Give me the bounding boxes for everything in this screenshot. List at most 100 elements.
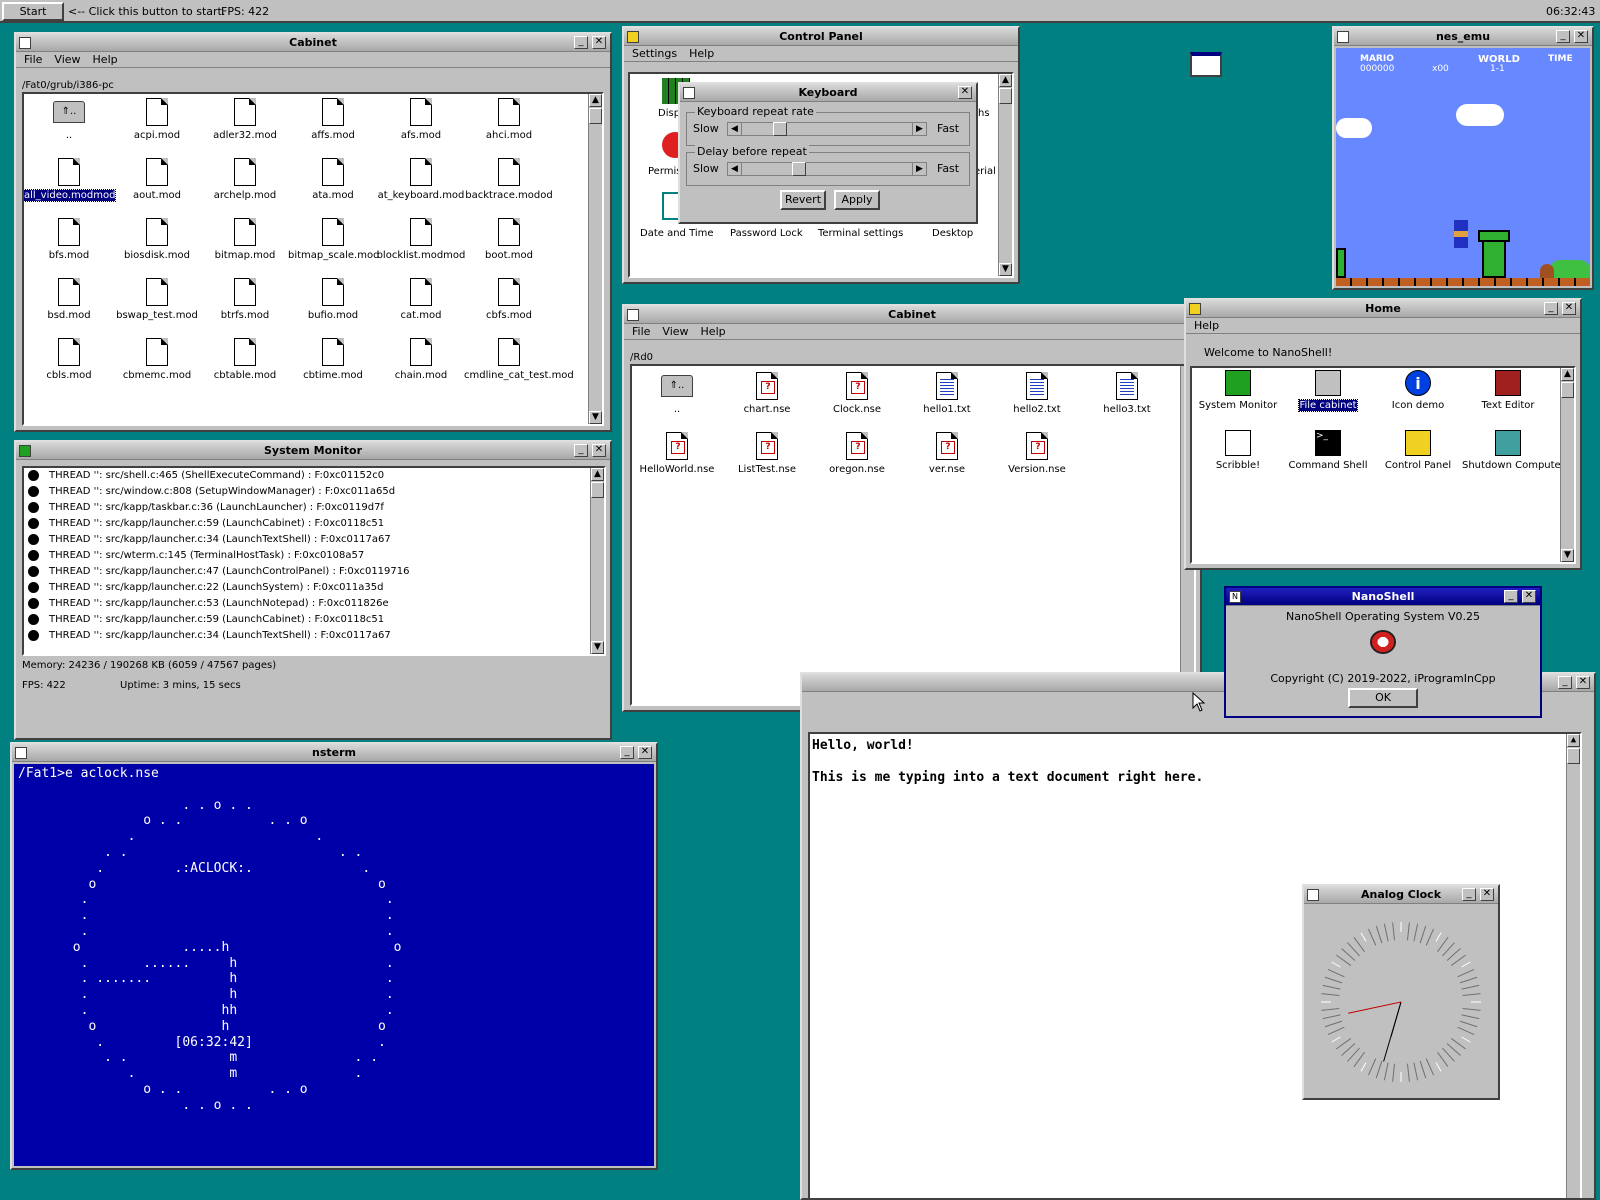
scrollbar[interactable]: ▲ ▼ [1560,368,1574,562]
file-item[interactable]: cbfs.mod [464,278,554,321]
file-item[interactable]: bfs.mod [24,218,114,261]
close-button[interactable]: ✕ [1576,676,1590,689]
thread-row[interactable]: THREAD '': src/kapp/launcher.c:59 (Launc… [28,612,384,628]
launcher-item[interactable]: i Icon demo [1372,370,1464,411]
file-item[interactable]: boot.mod [464,218,554,261]
minimize-button[interactable]: _ [1504,590,1518,603]
minimize-button[interactable]: _ [1556,30,1570,43]
ok-button[interactable]: OK [1348,688,1418,708]
file-item[interactable]: backtrace.modod [464,158,554,201]
thread-row[interactable]: THREAD '': src/kapp/taskbar.c:36 (Launch… [28,500,384,516]
file-item[interactable]: HelloWorld.nse [632,432,722,475]
file-item[interactable]: cat.mod [376,278,466,321]
menu-help[interactable]: Help [689,47,714,60]
file-item[interactable]: aout.mod [112,158,202,201]
close-button[interactable]: ✕ [1480,888,1494,901]
close-button[interactable]: ✕ [1562,302,1576,315]
file-item[interactable]: Clock.nse [812,372,902,415]
thread-row[interactable]: THREAD '': src/kapp/launcher.c:47 (Launc… [28,564,410,580]
file-item[interactable]: hello2.txt [992,372,1082,415]
menu-file[interactable]: File [24,53,42,66]
menu-view[interactable]: View [54,53,80,66]
minimize-button[interactable]: _ [1462,888,1476,901]
thread-row[interactable]: THREAD '': src/kapp/launcher.c:34 (Launc… [28,532,391,548]
file-item[interactable]: at_keyboard.mod [376,158,466,201]
launcher-item[interactable]: Control Panel [1372,430,1464,471]
file-item[interactable]: afs.mod [376,98,466,141]
cp-item-terminal-settings[interactable]: Terminal settings [818,228,903,239]
file-item[interactable]: ⇑.... [24,98,114,141]
file-item[interactable]: bswap_test.mod [112,278,202,321]
menu-help[interactable]: Help [93,53,118,66]
file-item[interactable]: ListTest.nse [722,432,812,475]
launcher-item[interactable]: System Monitor [1192,370,1284,411]
file-item[interactable]: oregon.nse [812,432,902,475]
file-item[interactable]: bitmap_scale.mod [288,218,379,261]
thread-row[interactable]: THREAD '': src/kapp/launcher.c:53 (Launc… [28,596,389,612]
file-item[interactable]: adler32.mod [200,98,290,141]
thread-row[interactable]: THREAD '': src/shell.c:465 (ShellExecute… [28,468,384,484]
scrollbar[interactable]: ▲ ▼ [588,94,602,424]
thread-row[interactable]: THREAD '': src/wterm.c:145 (TerminalHost… [28,548,364,564]
file-item[interactable]: blocklist.modmod [376,218,466,261]
scrollbar[interactable]: ▲ [1566,734,1580,1198]
cp-item-partial-1[interactable]: hs [978,108,990,119]
minimize-button[interactable]: _ [1544,302,1558,315]
file-item[interactable]: cmdline_cat_test.mod [464,338,574,381]
minimized-window[interactable] [1190,52,1222,77]
file-item[interactable]: ahci.mod [464,98,554,141]
close-button[interactable]: ✕ [1522,590,1536,603]
close-button[interactable]: ✕ [958,86,972,99]
file-item[interactable]: cbtime.mod [288,338,378,381]
slider-thumb[interactable] [791,162,806,176]
file-item[interactable]: cbmemc.mod [112,338,202,381]
launcher-item[interactable]: Text Editor [1462,370,1554,411]
menu-file[interactable]: File [632,325,650,338]
file-item[interactable]: hello3.txt [1082,372,1172,415]
apply-button[interactable]: Apply [834,190,880,210]
file-item[interactable]: archelp.mod [200,158,290,201]
file-item[interactable]: chart.nse [722,372,812,415]
repeat-rate-slider[interactable]: ◀ ▶ [727,122,927,136]
thread-row[interactable]: THREAD '': src/window.c:808 (SetupWindow… [28,484,395,500]
minimize-button[interactable]: _ [574,444,588,457]
revert-button[interactable]: Revert [780,190,826,210]
launcher-item[interactable]: Shutdown Computer [1462,430,1565,471]
menu-help[interactable]: Help [1194,319,1219,332]
cp-item-date-time[interactable]: Date and Time [640,228,714,239]
file-item[interactable]: affs.mod [288,98,378,141]
thread-row[interactable]: THREAD '': src/kapp/launcher.c:22 (Launc… [28,580,383,596]
menu-settings[interactable]: Settings [632,47,677,60]
slider-thumb[interactable] [773,122,788,136]
thread-row[interactable]: THREAD '': src/kapp/launcher.c:34 (Launc… [28,628,391,644]
file-item[interactable]: Version.nse [992,432,1082,475]
delay-slider[interactable]: ◀ ▶ [727,162,927,176]
menu-view[interactable]: View [662,325,688,338]
scrollbar[interactable]: ▲ ▼ [998,74,1012,276]
close-button[interactable]: ✕ [1574,30,1588,43]
close-button[interactable]: ✕ [592,444,606,457]
minimize-button[interactable]: _ [1558,676,1572,689]
file-item[interactable]: bitmap.mod [200,218,290,261]
file-item[interactable]: biosdisk.mod [112,218,202,261]
minimize-button[interactable]: _ [620,746,634,759]
scrollbar[interactable]: ▲ ▼ [590,468,604,654]
file-item[interactable]: btrfs.mod [200,278,290,321]
file-item[interactable]: all_video.modmod [24,158,117,202]
file-item[interactable]: ata.mod [288,158,378,201]
cp-item-permissions[interactable]: Permis [648,166,682,177]
launcher-item[interactable]: Scribble! [1192,430,1284,471]
file-item[interactable]: cbtable.mod [200,338,290,381]
close-button[interactable]: ✕ [592,36,606,49]
file-item[interactable]: chain.mod [376,338,466,381]
cp-item-password-lock[interactable]: Password Lock [730,228,803,239]
file-item[interactable]: bsd.mod [24,278,114,321]
launcher-item[interactable]: File cabinet [1282,370,1374,412]
launcher-item[interactable]: >_ Command Shell [1282,430,1374,471]
file-item[interactable]: ⇑.... [632,372,722,415]
file-item[interactable]: ver.nse [902,432,992,475]
file-item[interactable]: bufio.mod [288,278,378,321]
game-screen[interactable]: MARIO 000000 x00 WORLD 1-1 TIME [1336,48,1590,286]
thread-row[interactable]: THREAD '': src/kapp/launcher.c:59 (Launc… [28,516,384,532]
file-item[interactable]: cbls.mod [24,338,114,381]
